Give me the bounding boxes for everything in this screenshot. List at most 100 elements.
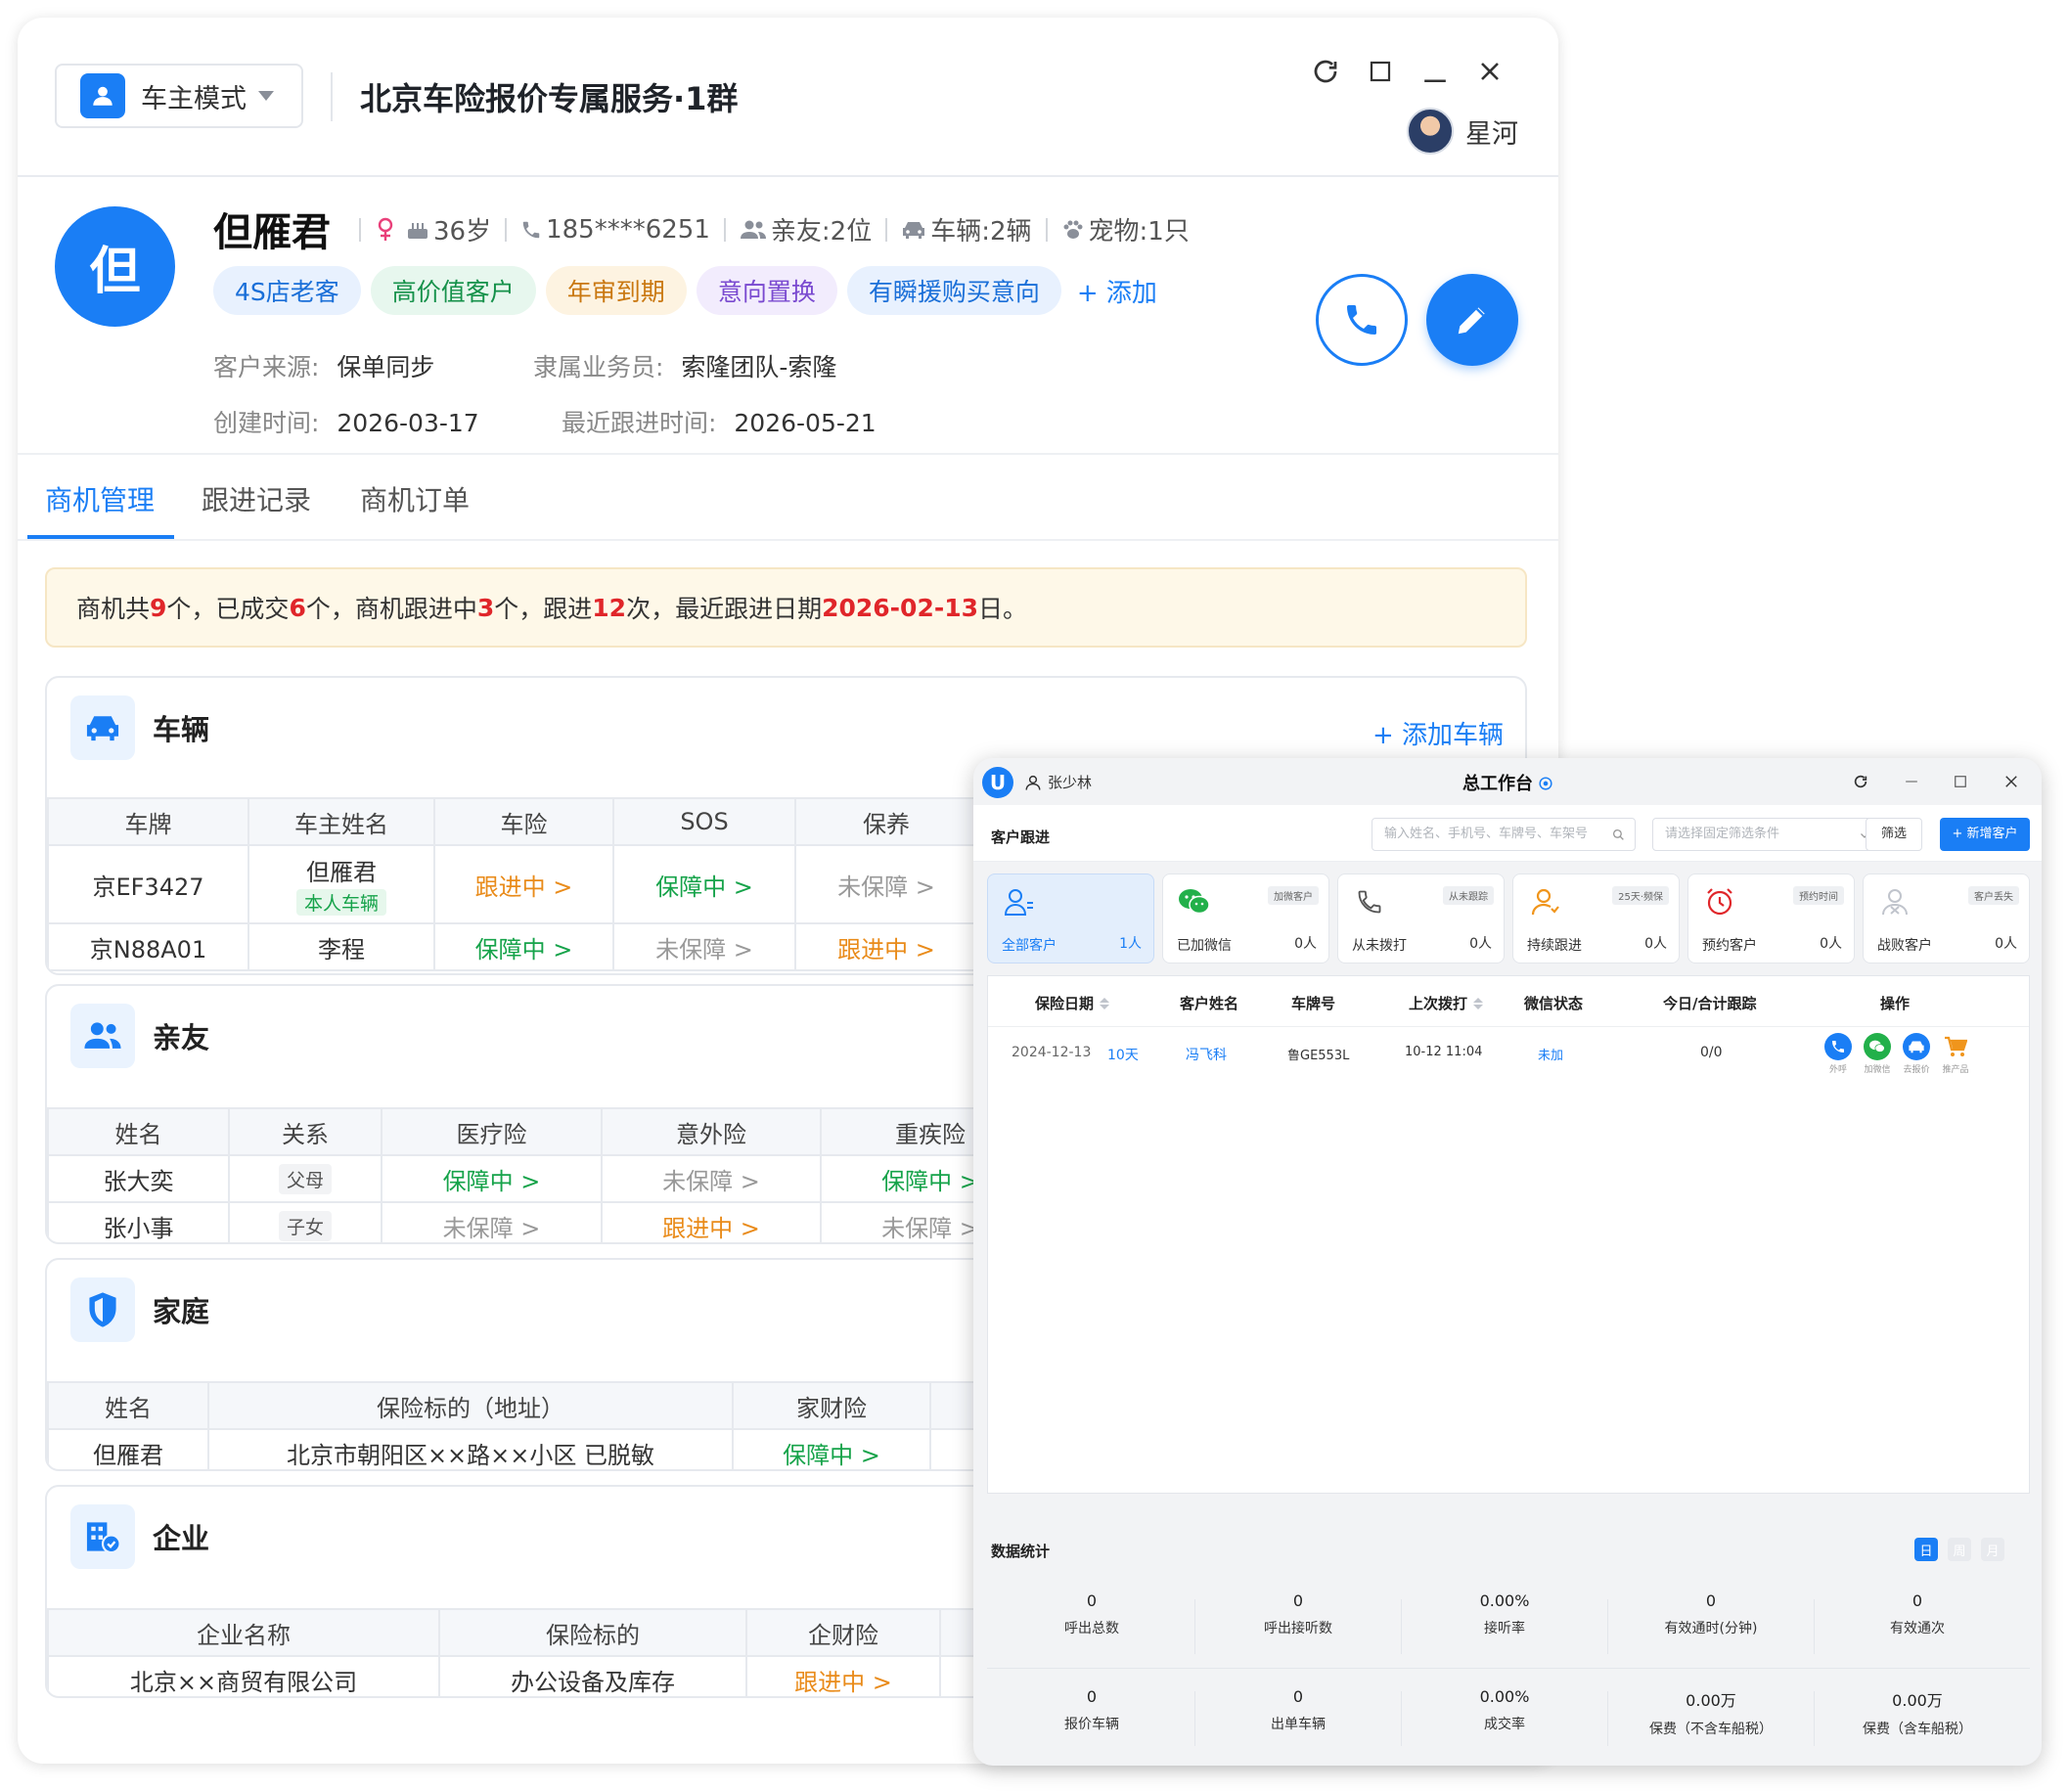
tab-followup[interactable]: 跟进记录: [202, 479, 311, 518]
category-card-ongoing[interactable]: 25天·频保 持续跟进 0人: [1512, 874, 1680, 963]
sort-icon: [1100, 997, 1110, 1009]
call-button[interactable]: [1316, 274, 1408, 366]
edit-button[interactable]: [1426, 274, 1518, 366]
status-link[interactable]: 保障中 >: [381, 1154, 603, 1203]
divider: [1607, 1691, 1608, 1746]
tab-orders[interactable]: 商机订单: [360, 479, 470, 518]
status-link[interactable]: 保障中 >: [732, 1428, 931, 1469]
recommend-product-action[interactable]: 推产品: [1942, 1033, 1969, 1075]
status-link[interactable]: 保障中 >: [433, 922, 614, 971]
row-actions: 外呼 加微信 去报价 推产品: [1824, 1033, 1969, 1075]
status-link[interactable]: 未保障 >: [601, 1154, 822, 1203]
workbench-user[interactable]: 张少林: [1024, 772, 1092, 792]
stat-value: 0: [1705, 1591, 1717, 1610]
stat-label: 出单车辆: [1271, 1717, 1326, 1732]
tag[interactable]: 意向置换: [696, 266, 837, 315]
column-header: SOS: [612, 797, 796, 846]
add-vehicle-button[interactable]: + 添加车辆: [1372, 715, 1504, 751]
quote-action[interactable]: 去报价: [1903, 1033, 1930, 1075]
name-cell: 张大奕: [47, 1154, 230, 1203]
status-link[interactable]: 未保障 >: [794, 844, 978, 924]
category-card-lost[interactable]: 客户丢失 战败客户 0人: [1863, 874, 2030, 963]
summary-date: 2026-02-13: [822, 593, 979, 622]
maximize-icon[interactable]: [1949, 770, 1972, 793]
column-header: 车牌: [47, 797, 249, 846]
period-day-button[interactable]: 日: [1914, 1538, 1938, 1561]
stat-value: 0.00万: [1686, 1691, 1736, 1710]
category-badge: 25天·频保: [1612, 886, 1669, 905]
tab-indicator: [27, 535, 174, 539]
summary-number: 9: [150, 593, 167, 622]
add-wechat-action[interactable]: 加微信: [1864, 1033, 1891, 1075]
tag[interactable]: 有瞬援购买意向: [846, 266, 1061, 315]
divider: [723, 217, 726, 242]
plate-cell: 京N88A01: [47, 922, 249, 971]
maximize-icon[interactable]: [1359, 50, 1402, 93]
period-week-button[interactable]: 周: [1948, 1538, 1971, 1561]
last-call-time: 10-12 11:04: [1405, 1045, 1483, 1059]
tab-opportunity[interactable]: 商机管理: [45, 479, 155, 518]
status-link[interactable]: 跟进中 >: [433, 844, 614, 924]
column-header-last-call[interactable]: 上次拨打: [1409, 993, 1484, 1013]
divider: [885, 217, 888, 242]
search-input[interactable]: 输入姓名、手机号、车牌号、车架号: [1372, 818, 1636, 851]
days-left: 10天: [1107, 1048, 1139, 1063]
created-value: 2026-03-17: [337, 409, 479, 437]
column-header: 医疗险: [381, 1107, 603, 1156]
tag[interactable]: 高价值客户: [370, 266, 536, 315]
status-link[interactable]: 未保障 >: [612, 922, 796, 971]
status-link[interactable]: 保障中 >: [612, 844, 796, 924]
tag[interactable]: 4S店老客: [213, 266, 361, 315]
card-title: 车辆: [153, 713, 210, 746]
action-label: 推产品: [1942, 1065, 1969, 1075]
category-card-wechat[interactable]: 加微客户 已加微信 0人: [1162, 874, 1329, 963]
status-link[interactable]: 跟进中 >: [794, 922, 978, 971]
column-header-date[interactable]: 保险日期: [1035, 993, 1110, 1013]
own-vehicle-badge: 本人车辆: [295, 889, 386, 916]
period-month-button[interactable]: 月: [1981, 1538, 2004, 1561]
close-icon[interactable]: [2000, 770, 2023, 793]
table-row[interactable]: 2024-12-13 10天 冯飞科 鲁GE553L 10-12 11:04 未…: [988, 1027, 2029, 1082]
agent-profile[interactable]: 星河: [1407, 108, 1518, 155]
category-card-all[interactable]: 全部客户 1人: [987, 874, 1154, 963]
refresh-icon[interactable]: [1849, 770, 1872, 793]
tag[interactable]: 年审到期: [545, 266, 687, 315]
relation-badge: 父母: [278, 1163, 332, 1194]
category-label: 预约客户: [1702, 938, 1757, 954]
mode-select[interactable]: 车主模式: [55, 64, 303, 128]
category-card-never-called[interactable]: 从未跟踪 从未拨打 0人: [1337, 874, 1505, 963]
minimize-icon[interactable]: [1414, 50, 1457, 93]
filter-button[interactable]: 筛选: [1866, 818, 1922, 851]
call-action[interactable]: 外呼: [1824, 1033, 1852, 1075]
summary-number: 3: [476, 593, 495, 622]
stat-value: 0: [1086, 1687, 1098, 1706]
minimize-icon[interactable]: [1900, 770, 1923, 793]
phone-item[interactable]: 185****6251: [520, 215, 710, 245]
owner-cell: 但雁君 本人车辆: [247, 844, 435, 924]
name-cell: 但雁君: [47, 1428, 209, 1469]
person-x-icon: [1877, 884, 1912, 919]
add-tag-button[interactable]: + 添加: [1077, 273, 1157, 309]
filter-select[interactable]: 请选择固定筛选条件: [1652, 818, 1881, 851]
customer-name-link[interactable]: 冯飞科: [1186, 1045, 1227, 1064]
status-link[interactable]: 跟进中 >: [745, 1655, 941, 1696]
close-icon[interactable]: [1468, 50, 1511, 93]
customer-category-cards: 全部客户 1人 加微客户 已加微信 0人 从未跟踪 从未拨打 0人 25天·频保…: [987, 874, 2030, 963]
stat-label: 接听率: [1484, 1621, 1525, 1636]
divider: [1194, 1691, 1195, 1746]
column-header: 保险日期: [1035, 995, 1095, 1012]
add-customer-button[interactable]: + 新增客户: [1940, 818, 2030, 851]
category-card-appointment[interactable]: 预约时间 预约客户 0人: [1687, 874, 1855, 963]
stat-item: 0 呼出接听数: [1195, 1591, 1401, 1637]
status-link[interactable]: 跟进中 >: [601, 1201, 822, 1242]
divider: [1607, 1599, 1608, 1654]
phone-icon: [522, 221, 540, 238]
column-header: 保险标的（地址）: [207, 1381, 734, 1430]
cake-icon: [408, 222, 427, 239]
refresh-icon[interactable]: [1304, 50, 1347, 93]
stat-value: 0: [1086, 1591, 1098, 1610]
stat-item: 0.00% 接听率: [1402, 1591, 1607, 1637]
workbench-user-name: 张少林: [1048, 774, 1093, 791]
salesperson-label: 隶属业务员:: [533, 353, 664, 381]
status-link[interactable]: 未保障 >: [381, 1201, 603, 1242]
